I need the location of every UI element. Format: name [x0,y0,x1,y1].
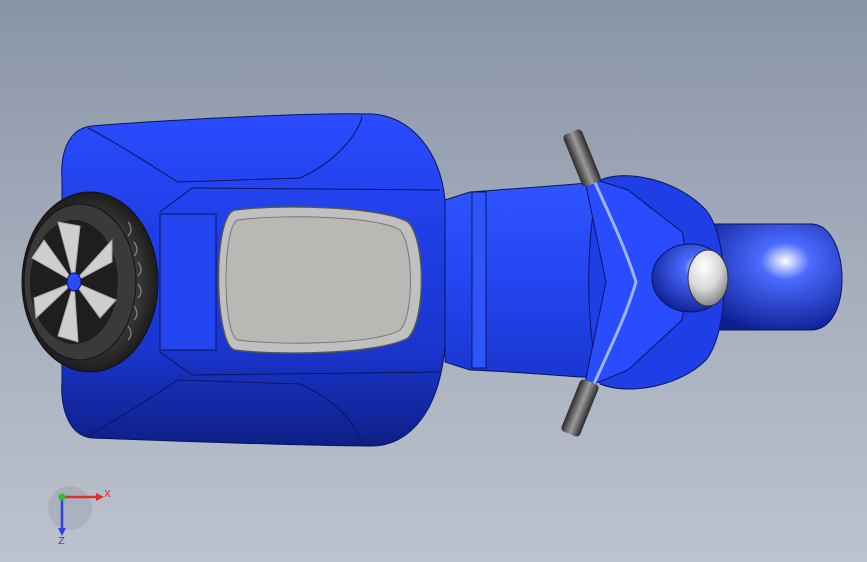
y-axis-dot [58,493,66,501]
handle-grip-bottom[interactable] [560,378,600,437]
x-axis-label: X [104,489,111,500]
spare-wheel[interactable] [21,191,159,373]
z-axis-label: Z [58,536,65,547]
x-arrowhead-icon [96,493,104,501]
seat[interactable] [217,206,423,354]
graphics-viewport[interactable]: X Z [0,0,867,562]
z-arrowhead-icon [58,528,66,536]
axis-triad: X Z [48,486,111,547]
floorboard[interactable] [444,181,597,379]
handle-grip-top[interactable] [562,128,602,187]
model-canvas[interactable]: X Z [0,0,867,562]
